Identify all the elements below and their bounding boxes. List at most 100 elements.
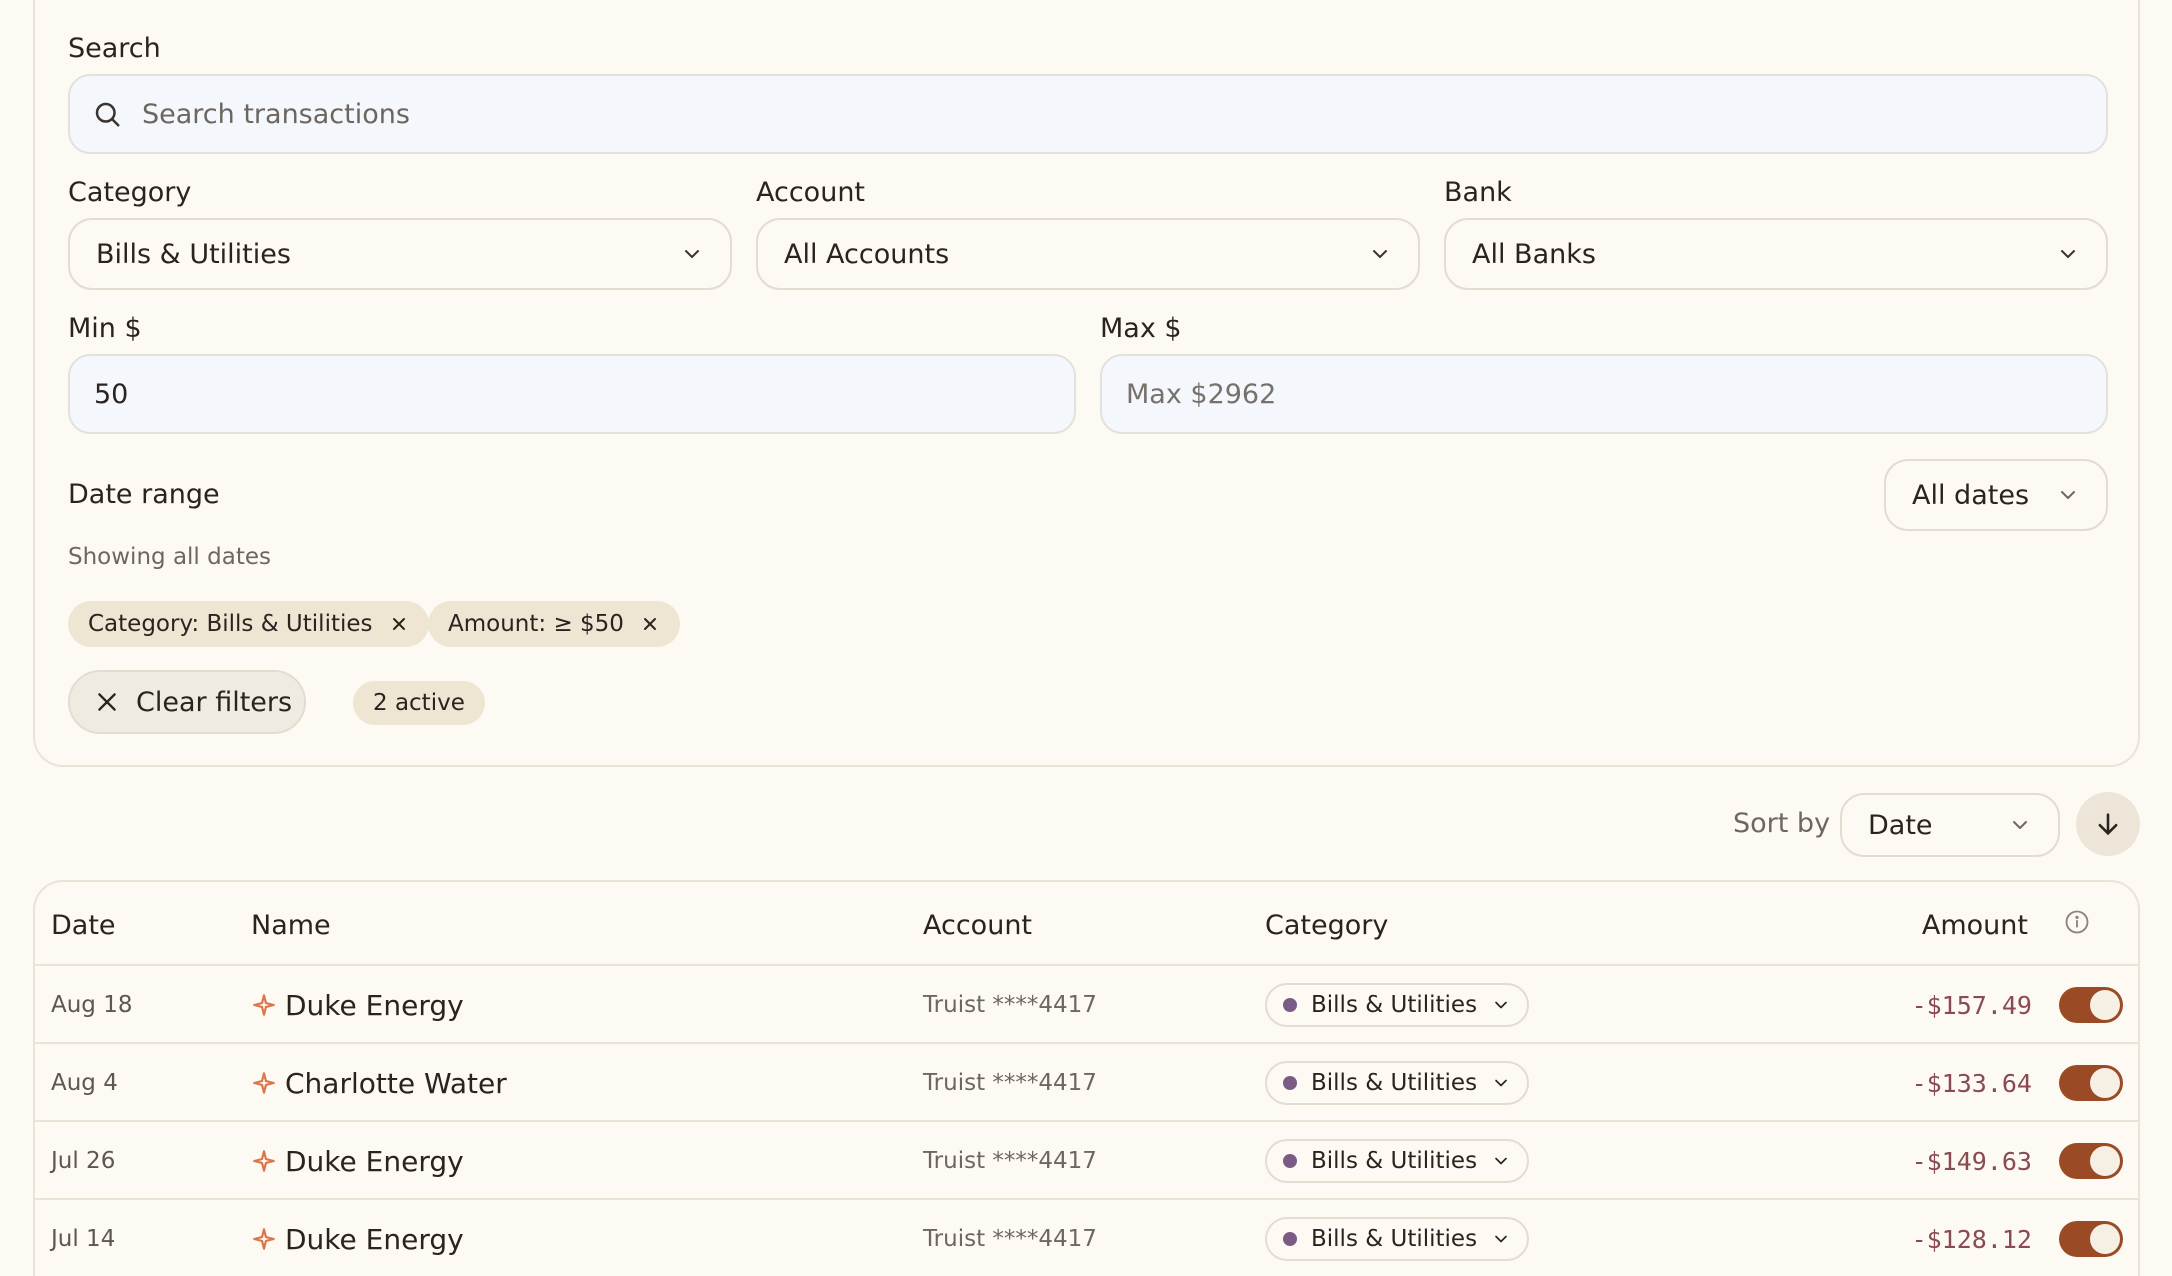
date-range-label: Date range <box>68 479 220 510</box>
row-amount: -$128.12 <box>1911 1224 2032 1254</box>
table-row[interactable]: Aug 18 Duke Energy Truist ****4417 Bills… <box>35 964 2138 1044</box>
max-amount-label: Max $ <box>1100 313 1182 344</box>
search-field[interactable] <box>68 74 2108 154</box>
row-name-text: Duke Energy <box>285 1222 464 1256</box>
row-toggle[interactable] <box>2059 1122 2123 1200</box>
column-header-category[interactable]: Category <box>1265 910 1388 941</box>
row-amount: -$157.49 <box>1911 990 2032 1020</box>
category-pill-label: Bills & Utilities <box>1311 992 1478 1018</box>
row-date: Aug 4 <box>51 1070 118 1096</box>
category-dot <box>1283 1076 1297 1090</box>
info-icon[interactable] <box>2063 908 2091 940</box>
account-select[interactable]: All Accounts <box>756 218 1420 290</box>
row-toggle[interactable] <box>2059 1044 2123 1122</box>
row-name: Duke Energy <box>251 1122 464 1200</box>
column-header-name[interactable]: Name <box>251 910 331 941</box>
row-category: Bills & Utilities <box>1265 1200 1530 1276</box>
sort-select[interactable]: Date <box>1840 793 2060 857</box>
chip-label: Amount: ≥ $50 <box>448 611 624 637</box>
search-input[interactable] <box>142 98 2042 130</box>
category-dot <box>1283 998 1297 1012</box>
include-toggle[interactable] <box>2059 1143 2123 1179</box>
row-date: Jul 26 <box>51 1148 116 1174</box>
row-account: Truist ****4417 <box>923 1070 1097 1096</box>
row-date: Jul 14 <box>51 1226 116 1252</box>
table-row[interactable]: Aug 4 Charlotte Water Truist ****4417 Bi… <box>35 1042 2138 1122</box>
row-name: Charlotte Water <box>251 1044 507 1122</box>
search-icon <box>95 102 120 127</box>
account-label: Account <box>756 177 866 208</box>
category-select[interactable]: Bills & Utilities <box>68 218 732 290</box>
category-pill[interactable]: Bills & Utilities <box>1265 1139 1530 1183</box>
category-select-value: Bills & Utilities <box>96 238 291 270</box>
row-amount: -$133.64 <box>1911 1068 2032 1098</box>
close-icon[interactable] <box>640 614 660 634</box>
row-name: Duke Energy <box>251 966 464 1044</box>
sparkle-icon <box>253 1150 275 1172</box>
column-header-account[interactable]: Account <box>923 910 1032 941</box>
date-range-select-value: All dates <box>1912 479 2030 511</box>
sort-label: Sort by <box>1733 808 1831 839</box>
clear-filters-label: Clear filters <box>136 686 293 718</box>
bank-select-value: All Banks <box>1472 238 1596 270</box>
category-pill[interactable]: Bills & Utilities <box>1265 983 1530 1027</box>
toggle-knob <box>2090 1224 2120 1254</box>
sort-direction-button[interactable] <box>2076 792 2140 856</box>
include-toggle[interactable] <box>2059 987 2123 1023</box>
row-date: Aug 18 <box>51 992 133 1018</box>
close-icon <box>98 693 116 711</box>
filter-chip-category: Category: Bills & Utilities <box>68 601 429 647</box>
category-dot <box>1283 1232 1297 1246</box>
arrow-down-icon <box>2098 813 2118 835</box>
chevron-down-icon <box>1495 1235 1507 1243</box>
table-row[interactable]: Jul 26 Duke Energy Truist ****4417 Bills… <box>35 1120 2138 1200</box>
row-toggle[interactable] <box>2059 1200 2123 1276</box>
column-header-date[interactable]: Date <box>51 910 116 941</box>
include-toggle[interactable] <box>2059 1065 2123 1101</box>
row-name-text: Duke Energy <box>285 988 464 1022</box>
row-account: Truist ****4417 <box>923 992 1097 1018</box>
row-category: Bills & Utilities <box>1265 1122 1530 1200</box>
toggle-knob <box>2090 1068 2120 1098</box>
category-pill-label: Bills & Utilities <box>1311 1148 1478 1174</box>
row-category: Bills & Utilities <box>1265 966 1530 1044</box>
row-name-text: Duke Energy <box>285 1144 464 1178</box>
clear-filters-button[interactable]: Clear filters <box>68 670 306 734</box>
row-toggle[interactable] <box>2059 966 2123 1044</box>
category-pill[interactable]: Bills & Utilities <box>1265 1061 1530 1105</box>
category-dot <box>1283 1154 1297 1168</box>
transactions-table: Date Name Account Category Amount Aug 18… <box>33 880 2140 1276</box>
chevron-down-icon <box>2061 491 2075 499</box>
sparkle-icon <box>253 1228 275 1250</box>
search-label: Search <box>68 33 161 64</box>
bank-label: Bank <box>1444 177 1512 208</box>
chevron-down-icon <box>685 250 699 258</box>
chip-label: Category: Bills & Utilities <box>88 611 373 637</box>
table-row[interactable]: Jul 14 Duke Energy Truist ****4417 Bills… <box>35 1198 2138 1276</box>
date-range-select[interactable]: All dates <box>1884 459 2108 531</box>
max-amount-input[interactable] <box>1126 378 2082 410</box>
bank-select[interactable]: All Banks <box>1444 218 2108 290</box>
min-amount-input[interactable] <box>94 378 1050 410</box>
category-pill-label: Bills & Utilities <box>1311 1226 1478 1252</box>
account-select-value: All Accounts <box>784 238 950 270</box>
filter-chip-amount: Amount: ≥ $50 <box>428 601 680 647</box>
chevron-down-icon <box>1495 1157 1507 1165</box>
category-pill[interactable]: Bills & Utilities <box>1265 1217 1530 1261</box>
min-amount-field[interactable] <box>68 354 1076 434</box>
row-account: Truist ****4417 <box>923 1148 1097 1174</box>
sparkle-icon <box>253 1072 275 1094</box>
chevron-down-icon <box>1495 1001 1507 1009</box>
date-range-note: Showing all dates <box>68 544 271 570</box>
toggle-knob <box>2090 990 2120 1020</box>
category-pill-label: Bills & Utilities <box>1311 1070 1478 1096</box>
max-amount-field[interactable] <box>1100 354 2108 434</box>
toggle-knob <box>2090 1146 2120 1176</box>
row-account: Truist ****4417 <box>923 1226 1097 1252</box>
include-toggle[interactable] <box>2059 1221 2123 1257</box>
row-amount: -$149.63 <box>1911 1146 2032 1176</box>
close-icon[interactable] <box>389 614 409 634</box>
chevron-down-icon <box>1373 250 1387 258</box>
sort-select-value: Date <box>1868 809 1933 841</box>
column-header-amount[interactable]: Amount <box>1922 910 2028 941</box>
